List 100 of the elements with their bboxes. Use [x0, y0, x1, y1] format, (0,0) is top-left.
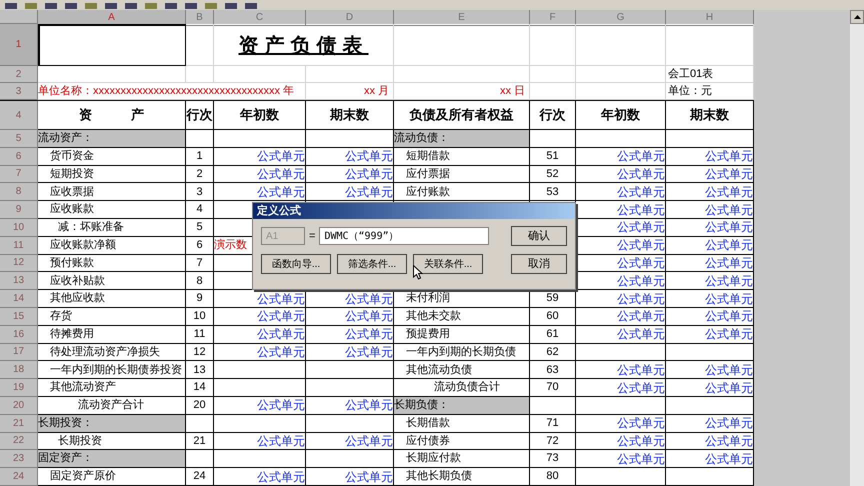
- dialog-button[interactable]: 关联条件...: [413, 254, 483, 274]
- table-cell: 公式单元: [576, 326, 666, 344]
- table-cell: 公式单元: [666, 361, 754, 380]
- vertical-scrollbar[interactable]: [850, 10, 864, 486]
- table-cell: 公式单元: [576, 414, 666, 433]
- table-cell: 其他未交款: [394, 308, 530, 326]
- dialog-button[interactable]: 筛选条件...: [337, 254, 407, 274]
- toolbar-icon[interactable]: [224, 3, 238, 10]
- row-header[interactable]: 16: [0, 326, 38, 344]
- section-label: 长期负债：: [394, 396, 530, 415]
- column-header[interactable]: F: [530, 10, 576, 26]
- table-cell: 应付票据: [394, 166, 530, 184]
- table-cell: 62: [530, 344, 576, 362]
- table-cell: 应付账款: [394, 183, 530, 202]
- toolbar-icon[interactable]: [164, 3, 178, 10]
- table-cell: 5: [186, 218, 214, 237]
- row-header[interactable]: 1: [0, 24, 38, 66]
- table-cell: 公式单元: [666, 183, 754, 202]
- empty-cell: [186, 24, 214, 66]
- table-cell: 12: [186, 344, 214, 362]
- row-header[interactable]: 19: [0, 379, 38, 397]
- table-cell: 10: [186, 308, 214, 326]
- row-header[interactable]: 22: [0, 432, 38, 450]
- table-cell: 11: [186, 326, 214, 344]
- row-header[interactable]: 17: [0, 344, 38, 362]
- row-header[interactable]: 8: [0, 183, 38, 202]
- toolbar-icon[interactable]: [64, 3, 78, 10]
- table-cell: 短期投资: [38, 166, 186, 184]
- confirm-button[interactable]: 确认: [511, 226, 567, 246]
- row-header[interactable]: 14: [0, 290, 38, 308]
- table-cell: 待处理流动资产净损失: [38, 344, 186, 362]
- table-cell: 公式单元: [666, 218, 754, 237]
- column-header[interactable]: E: [394, 10, 530, 26]
- cell-reference-field[interactable]: A1: [261, 227, 305, 245]
- table-cell: 公式单元: [666, 414, 754, 433]
- toolbar-icon[interactable]: [4, 3, 18, 10]
- table-cell: 应收账款净额: [38, 236, 186, 255]
- table-cell: 公式单元: [666, 272, 754, 290]
- table-cell: 应收票据: [38, 183, 186, 202]
- row-header[interactable]: 2: [0, 66, 38, 83]
- column-header[interactable]: H: [666, 10, 754, 26]
- table-cell: 单位：元: [666, 83, 754, 100]
- toolbar-icon[interactable]: [104, 3, 118, 10]
- empty-cell: [530, 83, 576, 100]
- column-header[interactable]: G: [576, 10, 666, 26]
- row-header[interactable]: 23: [0, 450, 38, 468]
- table-cell: 其他流动资产: [38, 379, 186, 397]
- scroll-up-button[interactable]: [850, 10, 864, 24]
- table-cell: 公式单元: [306, 183, 394, 202]
- column-heading: 期末数: [666, 101, 754, 130]
- row-header[interactable]: 5: [0, 130, 38, 148]
- table-cell: 其他应收款: [38, 290, 186, 308]
- row-header[interactable]: 7: [0, 166, 38, 184]
- column-header[interactable]: C: [214, 10, 306, 26]
- table-cell: 其他长期负债: [394, 468, 530, 486]
- table-cell: 公式单元: [666, 236, 754, 255]
- row-header[interactable]: 24: [0, 468, 38, 486]
- row-header[interactable]: 21: [0, 414, 38, 433]
- table-cell: 公式单元: [576, 450, 666, 468]
- row-header[interactable]: 20: [0, 396, 38, 415]
- table-cell: 待摊费用: [38, 326, 186, 344]
- table-cell: 公式单元: [214, 344, 306, 362]
- table-cell: 货币资金: [38, 148, 186, 166]
- row-header[interactable]: 3: [0, 83, 38, 100]
- row-header[interactable]: 10: [0, 218, 38, 237]
- column-heading: 年初数: [576, 101, 666, 130]
- column-header[interactable]: B: [186, 10, 214, 26]
- row-header[interactable]: 11: [0, 236, 38, 255]
- table-cell: 长期借款: [394, 414, 530, 433]
- table-cell: 公式单元: [666, 148, 754, 166]
- table-cell: 存货: [38, 308, 186, 326]
- table-cell: 61: [530, 326, 576, 344]
- table-cell: 公式单元: [214, 183, 306, 202]
- formula-field[interactable]: DWMC（“999”）: [319, 227, 490, 245]
- table-cell: 24: [186, 468, 214, 486]
- row-header[interactable]: 9: [0, 201, 38, 219]
- table-cell: 公式单元: [576, 148, 666, 166]
- toolbar-icon[interactable]: [244, 3, 258, 10]
- toolbar-icon[interactable]: [124, 3, 138, 10]
- table-cell: 应收账款: [38, 201, 186, 219]
- empty-cell: [186, 66, 214, 83]
- column-header[interactable]: D: [306, 10, 394, 26]
- dialog-button[interactable]: 函数向导...: [261, 254, 331, 274]
- row-header[interactable]: 4: [0, 101, 38, 130]
- toolbar-icon[interactable]: [184, 3, 198, 10]
- section-label: 流动资产：: [38, 130, 186, 148]
- row-header[interactable]: 15: [0, 308, 38, 326]
- toolbar-icon[interactable]: [44, 3, 58, 10]
- row-header[interactable]: 18: [0, 361, 38, 380]
- cancel-button[interactable]: 取消: [511, 254, 567, 274]
- table-cell: 固定资产原价: [38, 468, 186, 486]
- table-cell: 公式单元: [214, 308, 306, 326]
- table-cell: 公式单元: [214, 148, 306, 166]
- date-text: xx 月: [306, 83, 394, 100]
- table-cell: 公式单元: [306, 432, 394, 450]
- report-title: 资产负债表: [214, 24, 394, 66]
- row-header[interactable]: 12: [0, 254, 38, 272]
- table-cell: 公式单元: [666, 379, 754, 397]
- row-header[interactable]: 13: [0, 272, 38, 290]
- row-header[interactable]: 6: [0, 148, 38, 166]
